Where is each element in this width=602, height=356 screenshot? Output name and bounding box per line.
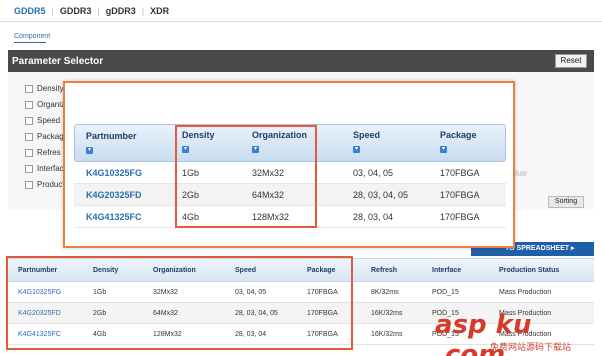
overlay-col-speed[interactable]: Speed [353, 130, 380, 140]
cell-partnumber[interactable]: K4G41325FC [86, 206, 142, 228]
sort-icon[interactable]: ▾ [440, 146, 447, 153]
cell-refresh: 16K/32ms [371, 310, 403, 317]
checkbox[interactable] [25, 132, 33, 141]
cell-package: 170FBGA [440, 212, 480, 222]
checkbox[interactable] [25, 164, 33, 173]
param-package[interactable]: Packag [25, 132, 64, 141]
col-production-status[interactable]: Production Status [499, 259, 559, 283]
param-label: Speed [37, 116, 61, 125]
cell-interface: POD_15 [432, 289, 459, 296]
checkbox[interactable] [25, 100, 33, 109]
memory-type-tabs: GDDR5 | GDDR3 | gDDR3 | XDR [0, 0, 602, 22]
overlay-col-package[interactable]: Package [440, 130, 477, 140]
breadcrumb-underline [14, 42, 46, 43]
param-production[interactable]: Producti [25, 180, 66, 189]
col-refresh[interactable]: Refresh [371, 259, 397, 283]
param-label: Interfac [37, 164, 64, 173]
reset-button[interactable]: Reset [555, 54, 587, 68]
param-label: Packag [37, 132, 64, 141]
param-interface[interactable]: Interfac [25, 164, 64, 173]
tab-gddr5[interactable]: GDDR5 [8, 6, 52, 16]
tab-xdr[interactable]: XDR [144, 6, 175, 16]
cell-refresh: 16K/32ms [371, 331, 403, 338]
param-density[interactable]: Density [25, 84, 64, 93]
cell-partnumber[interactable]: K4G20325FD [86, 184, 142, 206]
tab-gddr3[interactable]: GDDR3 [54, 6, 98, 16]
param-label: Producti [37, 180, 67, 189]
param-speed[interactable]: Speed [25, 116, 60, 125]
checkbox[interactable] [25, 84, 33, 93]
sort-icon[interactable]: ▾ [353, 146, 360, 153]
param-refresh[interactable]: Refres [25, 148, 61, 157]
cell-partnumber[interactable]: K4G10325FG [86, 162, 142, 184]
param-label: Refres [37, 148, 61, 157]
parameter-selector-title: Parameter Selector [12, 56, 104, 67]
cell-speed: 03, 04, 05 [353, 168, 394, 178]
param-label: Organiz [37, 100, 66, 109]
highlight-box-overlay [175, 125, 317, 228]
overlay-col-partnumber[interactable]: Partnumber [86, 131, 137, 141]
checkbox[interactable] [25, 180, 33, 189]
param-label: Density [37, 84, 64, 93]
cell-refresh: 8K/32ms [371, 289, 399, 296]
sorting-button[interactable]: Sorting [548, 196, 584, 208]
cell-production-status: Mass Production [499, 289, 552, 296]
param-organization[interactable]: Organiz [25, 100, 65, 109]
watermark-subtitle: 免费网站源码下载站 [490, 342, 572, 352]
highlight-box-bottom [6, 256, 353, 350]
checkbox[interactable] [25, 148, 33, 157]
checkbox[interactable] [25, 116, 33, 125]
breadcrumb[interactable]: Component [14, 33, 50, 40]
sort-icon[interactable]: ▾ [86, 147, 93, 154]
cell-package: 170FBGA [440, 168, 480, 178]
tabs-divider [0, 21, 602, 22]
tab-gddr3-lower[interactable]: gDDR3 [100, 6, 142, 16]
col-interface[interactable]: Interface [432, 259, 461, 283]
cell-speed: 28, 03, 04 [353, 212, 394, 222]
cell-speed: 28, 03, 04, 05 [353, 190, 409, 200]
cell-package: 170FBGA [440, 190, 480, 200]
